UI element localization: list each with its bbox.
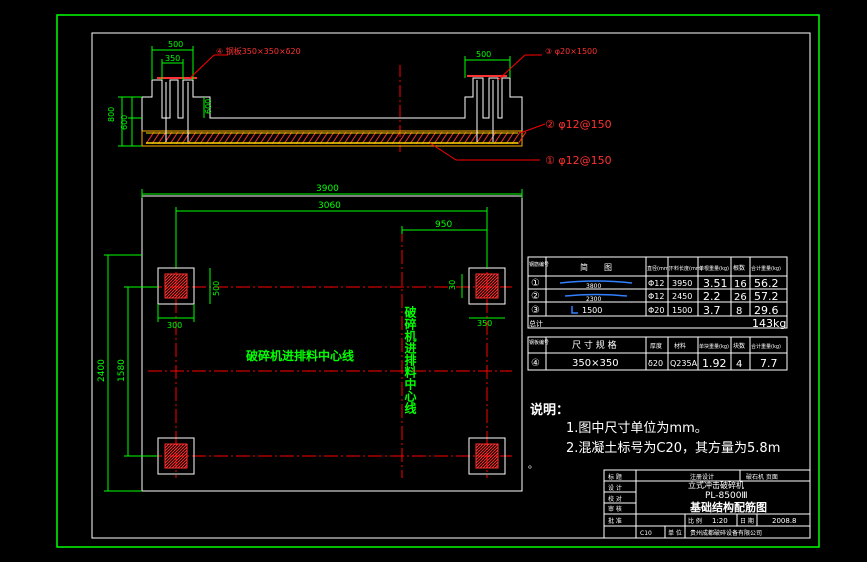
- plate-row-no: ④: [531, 358, 540, 369]
- cad-viewport: 500 350 500 800 600 600 ④ 钢板350×350×δ20 …: [0, 0, 867, 562]
- dim-pocket-small: 30: [448, 280, 457, 290]
- rebar-row3-no: ③: [531, 305, 540, 316]
- plate-row-unit: 1.92: [702, 357, 727, 370]
- plate-row-total: 7.7: [760, 357, 778, 370]
- dim-height-inner: 600: [120, 115, 129, 130]
- title-drawing-name: 基础结构配筋图: [689, 500, 767, 514]
- rebar-row1-count: 16: [734, 279, 747, 290]
- title-r1c2: 注册设计: [690, 473, 714, 481]
- title-r2c1: 设 计: [608, 484, 622, 492]
- dim-pocket-right: 350: [477, 319, 492, 328]
- dim-height-outer: 800: [107, 107, 116, 122]
- plate-row-material: Q235A: [670, 359, 698, 368]
- dim-pocket-depth: 600: [204, 99, 213, 114]
- dim-pocket-offset: 300: [167, 321, 182, 330]
- title-company: 贵州成都破碎设备有限公司: [690, 529, 762, 537]
- rebar-total-value: 143kg: [752, 317, 786, 330]
- notes-line-2: 2.混凝土标号为C20，其方量为5.8m: [566, 440, 780, 456]
- dim-plan-width-outer: 3900: [316, 184, 339, 194]
- plate-row-count: 4: [736, 359, 742, 370]
- dim-pocket-size: 500: [212, 281, 221, 296]
- notes-line-1: 1.图中尺寸单位为mm。: [566, 421, 708, 436]
- horizontal-centerline-label: 破碎机进排料中心线: [246, 348, 354, 363]
- title-date-value: 2008.8: [772, 517, 797, 525]
- callout-rebar-1: ① φ12@150: [545, 154, 612, 167]
- plate-header-thickness: 厚度: [650, 342, 662, 350]
- notes-title: 说明：: [530, 402, 569, 418]
- title-machine-name: 立式冲击破碎机: [688, 480, 744, 490]
- rebar-header-count: 根数: [733, 264, 745, 272]
- title-r4c1: 审 核: [608, 505, 622, 513]
- rebar-row2-unit: 2.2: [703, 290, 721, 303]
- rebar-header-dia: 直径(mm): [647, 265, 671, 272]
- rebar-row2-dia: Φ12: [648, 292, 664, 301]
- dim-plan-width-inner: 3060: [318, 201, 341, 211]
- rebar-header-total: 合计重量(kg): [751, 265, 781, 272]
- title-r5c1: 批 准: [608, 517, 622, 525]
- rebar-header-no: 钢筋编号: [529, 261, 549, 268]
- rebar-row2-shape-len: 2300: [586, 296, 601, 303]
- dim-plan-height-inner: 1580: [117, 359, 127, 382]
- title-r1c3: 破石机 页面: [746, 473, 778, 481]
- dim-plan-offset: 950: [435, 220, 452, 230]
- dim-top-right: 500: [476, 50, 491, 59]
- title-r6c1: C10: [640, 530, 652, 537]
- rebar-row1-shape-len: 3800: [586, 283, 601, 290]
- rebar-row2-total: 57.2: [754, 290, 779, 303]
- dim-plan-height-outer: 2400: [97, 359, 107, 382]
- callout-anchor-bolt: ③ φ20×1500: [545, 47, 597, 56]
- title-r1c1: 标 题: [608, 473, 622, 481]
- rebar-row3-count: 8: [736, 306, 742, 317]
- title-date-label: 日 期: [740, 517, 754, 525]
- title-scale-value: 1:20: [712, 517, 728, 525]
- plate-header-count: 块数: [733, 342, 745, 350]
- callout-steel-plate: ④ 钢板350×350×δ20: [216, 46, 301, 56]
- title-company-label: 单 位: [668, 529, 682, 537]
- title-scale-label: 比 例: [688, 517, 702, 525]
- rebar-header-length: 下料长度(mm): [669, 265, 703, 272]
- plate-header-size: 尺 寸 规 格: [572, 339, 617, 351]
- dim-top-left: 500: [168, 40, 183, 49]
- title-r3c1: 校 对: [608, 495, 622, 503]
- plate-header-unit: 单块重量(kg): [699, 343, 729, 350]
- drawing-canvas: 500 350 500 800 600 600 ④ 钢板350×350×δ20 …: [0, 0, 867, 562]
- rebar-row3-dia: Φ20: [648, 306, 664, 315]
- plate-row-thickness: δ20: [648, 359, 663, 368]
- plate-header-material: 材料: [674, 342, 686, 350]
- rebar-row1-unit: 3.51: [703, 277, 728, 290]
- rebar-row3-unit: 3.7: [703, 304, 721, 317]
- rebar-row1-dia: Φ12: [648, 279, 664, 288]
- rebar-row3-shape-len: 1500: [582, 306, 602, 315]
- title-model: PL-8500Ⅲ: [705, 491, 748, 501]
- rebar-row2-count: 26: [734, 292, 747, 303]
- rebar-row3-total: 29.6: [754, 304, 779, 317]
- rebar-row1-no: ①: [531, 278, 540, 289]
- notes-line-2-tail: 。: [528, 460, 538, 471]
- rebar-row3-length: 1500: [672, 306, 692, 315]
- plate-header-total: 合计重量(kg): [751, 343, 781, 350]
- vertical-centerline-label: 破碎机进排料中心线: [403, 305, 417, 415]
- rebar-header-shape: 简 图: [580, 262, 612, 272]
- rebar-header-unit: 单根重量(kg): [699, 265, 729, 272]
- rebar-row1-length: 3950: [672, 279, 692, 288]
- plate-row-size: 350×350: [572, 358, 619, 369]
- callout-rebar-2: ② φ12@150: [545, 118, 612, 131]
- rebar-row1-total: 56.2: [754, 277, 779, 290]
- plate-header-no: 钢板编号: [529, 339, 549, 346]
- rebar-row2-no: ②: [531, 291, 540, 302]
- rebar-row2-length: 2450: [672, 292, 692, 301]
- rebar-total-label: 总计: [529, 319, 543, 328]
- dim-top-left-inner: 350: [165, 54, 180, 63]
